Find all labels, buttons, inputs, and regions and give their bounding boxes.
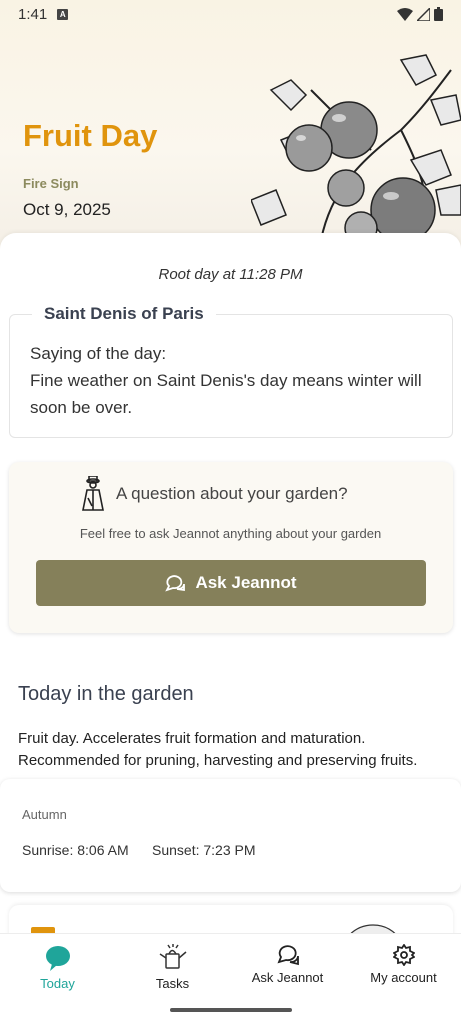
ask-card-subtitle: Feel free to ask Jeannot anything about … — [79, 526, 382, 541]
signal-icon — [417, 7, 430, 21]
sun-times-card — [0, 779, 461, 892]
gear-icon — [392, 944, 415, 966]
nav-my-account[interactable]: My account — [346, 944, 461, 985]
home-indicator[interactable] — [170, 1008, 292, 1012]
ask-jeannot-button[interactable]: Ask Jeannot — [36, 560, 426, 606]
current-date: Oct 9, 2025 — [23, 200, 111, 219]
season-label: Autumn — [22, 807, 67, 822]
ask-card-header: A question about your garden? — [80, 476, 348, 512]
ask-jeannot-button-label: Ask Jeannot — [195, 573, 297, 592]
nav-my-account-label: My account — [370, 970, 437, 985]
status-time: 1:41 — [18, 5, 48, 23]
notification-icon: A — [57, 8, 69, 20]
sunset-time: Sunset: 7:23 PM — [152, 842, 256, 858]
wifi-icon — [397, 7, 413, 21]
garden-section-title: Today in the garden — [18, 683, 194, 705]
nav-tasks-label: Tasks — [155, 976, 190, 991]
nav-ask-jeannot-label: Ask Jeannot — [251, 970, 324, 985]
battery-icon — [434, 7, 443, 21]
leaf-bubble-icon — [45, 946, 70, 971]
next-day-info: Root day at 11:28 PM — [158, 266, 303, 283]
sunrise-time: Sunrise: 8:06 AM — [22, 842, 129, 858]
zodiac-sign: Fire Sign — [23, 176, 79, 191]
nav-today-label: Today — [40, 976, 75, 991]
ask-card-title: A question about your garden? — [116, 484, 348, 503]
nav-tasks[interactable]: Tasks — [115, 944, 230, 991]
watering-can-icon — [159, 944, 186, 969]
saying-text: Fine weather on Saint Denis's day means … — [30, 371, 422, 417]
saying-of-day: Saying of the day: Fine weather on Saint… — [30, 340, 440, 421]
status-bar: 1:41 A — [0, 0, 461, 28]
nav-today[interactable]: Today — [0, 944, 115, 991]
nav-ask-jeannot[interactable]: Ask Jeannot — [230, 944, 345, 985]
tomato-plant-illustration — [251, 54, 461, 240]
chat-bubbles-icon — [276, 945, 299, 966]
hero-banner: Fruit Day Fire Sign Oct 9, 2025 — [0, 0, 461, 250]
saying-label: Saying of the day: — [30, 344, 167, 363]
saint-name: Saint Denis of Paris — [32, 304, 216, 324]
chat-bubbles-icon — [165, 575, 186, 592]
day-type-title: Fruit Day — [23, 118, 158, 153]
garden-description: Fruit day. Accelerates fruit formation a… — [18, 730, 418, 769]
gardener-icon — [82, 476, 104, 511]
